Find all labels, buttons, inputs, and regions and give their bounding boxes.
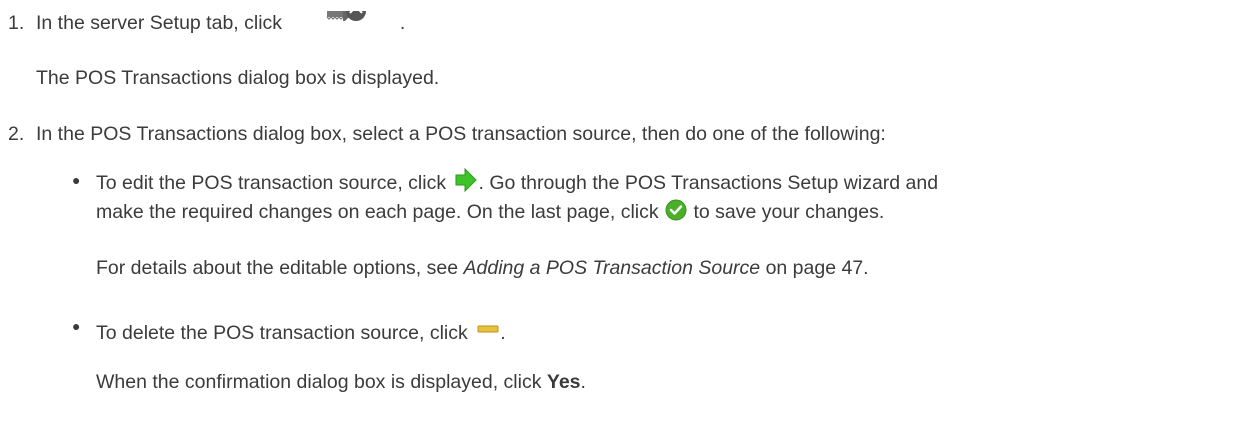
step-number: 2. bbox=[8, 123, 25, 145]
delete-instruction: To delete the POS transaction source, cl… bbox=[96, 314, 506, 346]
adding-pos-transaction-source-reference[interactable]: Adding a POS Transaction Source bbox=[464, 257, 761, 279]
green-arrow-icon bbox=[454, 167, 478, 199]
step-1-result: The POS Transactions dialog box is displ… bbox=[36, 67, 440, 89]
delete-minus-icon bbox=[477, 314, 499, 340]
bullet-marker: ● bbox=[72, 172, 81, 188]
bullet-marker: ● bbox=[72, 318, 81, 334]
edit-instruction-line1: To edit the POS transaction source, clic… bbox=[96, 167, 938, 199]
pos-transactions-icon bbox=[293, 1, 393, 38]
step-number: 1. bbox=[8, 12, 25, 34]
step-1-period: . bbox=[399, 12, 406, 34]
step-2-instruction: In the POS Transactions dialog box, sele… bbox=[36, 123, 886, 145]
step-1-text: In the server Setup tab, click bbox=[36, 12, 283, 34]
edit-instruction-line2: make the required changes on each page. … bbox=[96, 199, 884, 228]
delete-confirmation-note: When the confirmation dialog box is disp… bbox=[96, 371, 586, 393]
green-check-icon bbox=[665, 199, 687, 228]
edit-details-note: For details about the editable options, … bbox=[96, 257, 869, 279]
step-1-instruction: In the server Setup tab, click . bbox=[36, 1, 406, 38]
yes-label: Yes bbox=[546, 371, 581, 393]
